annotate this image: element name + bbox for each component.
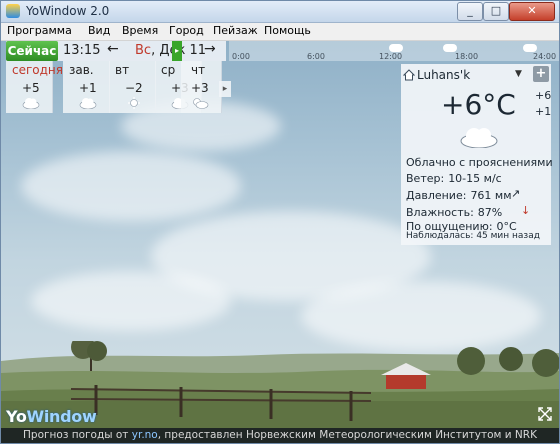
attribution-footer: Прогноз погоды от yr.no, предоставлен Но… — [1, 428, 559, 443]
observed-time: Наблюдалась: 45 мин назад — [406, 231, 540, 241]
cloud-icon — [460, 128, 498, 148]
logo-yo: Yo — [6, 407, 27, 426]
maximize-button[interactable]: □ — [483, 2, 509, 21]
fullscreen-icon[interactable] — [538, 407, 552, 421]
current-date[interactable]: Вс, Дек 11 — [135, 43, 206, 58]
forecast-next-arrow-icon[interactable]: ▸ — [219, 81, 231, 97]
city-dropdown-icon[interactable]: ▼ — [515, 69, 522, 79]
forecast-day[interactable]: сегодня +5 — [6, 61, 63, 113]
menu-bar: Программа Вид Время Город Пейзаж Помощь — [1, 23, 559, 41]
forecast-day-name: зав. — [69, 63, 94, 77]
next-day-arrow-icon[interactable]: → — [204, 41, 216, 57]
add-city-button[interactable]: + — [533, 66, 549, 82]
forecast-day[interactable]: зав. +1 — [63, 61, 110, 113]
menu-time[interactable]: Время — [122, 24, 158, 37]
forecast-day[interactable]: чт +3 — [181, 61, 222, 113]
title-bar: YoWindow 2.0 _ □ ✕ — [1, 1, 559, 23]
timeline-cloud-icon — [389, 44, 403, 52]
current-weather-panel: Luhans'k ▼ + +6°C +6 +1 Облачно с проясн… — [401, 64, 553, 245]
now-button[interactable]: Сейчас — [6, 41, 58, 61]
timeline-label: 0:00 — [232, 52, 250, 61]
footer-suffix: , предоставлен Норвежским Метеорологичес… — [157, 429, 537, 441]
yowindow-logo[interactable]: YoWindow — [6, 407, 97, 426]
app-window: YoWindow 2.0 _ □ ✕ Программа Вид Время Г… — [0, 0, 560, 444]
pressure-label: Давление: — [406, 189, 467, 202]
minimize-button[interactable]: _ — [457, 2, 483, 21]
wind-value: 10-15 м/с — [448, 172, 502, 185]
app-icon — [6, 4, 20, 18]
timeline-cloud-icon — [443, 44, 457, 52]
forecast-day-name: вт — [115, 63, 130, 77]
forecast-strip: сегодня +5 зав. +1 вт −2 ср +3 чт +3 — [6, 61, 232, 113]
wind-direction-icon: ↗ — [511, 187, 521, 200]
yr-no-link[interactable]: yr.no — [132, 429, 158, 441]
humidity-label: Влажность: — [406, 206, 474, 219]
pressure-trend-icon: ↓ — [521, 204, 531, 217]
sky-cloud — [21, 151, 241, 221]
forecast-day-name: сегодня — [12, 63, 63, 77]
timeline-label: 18:00 — [455, 52, 479, 61]
forecast-day-name: чт — [191, 63, 206, 77]
close-button[interactable]: ✕ — [509, 2, 555, 21]
menu-city[interactable]: Город — [169, 24, 204, 37]
forecast-day-temp: +1 — [79, 81, 97, 95]
cloud-icon — [22, 98, 40, 109]
current-time[interactable]: 13:15 — [63, 43, 100, 58]
weather-scene: Сейчас 13:15 ← Вс, Дек 11 → 0:00 6:00 12… — [1, 41, 559, 443]
forecast-day-temp: −2 — [125, 81, 143, 95]
menu-view[interactable]: Вид — [88, 24, 110, 37]
footer-prefix: Прогноз погоды от — [23, 429, 129, 441]
sun-icon — [128, 97, 140, 109]
humidity-row: Влажность: 87% — [406, 206, 502, 219]
timeline-label: 6:00 — [307, 52, 325, 61]
partly-cloudy-icon — [193, 98, 209, 109]
current-temperature: +6°C — [441, 88, 516, 121]
prev-day-arrow-icon[interactable]: ← — [107, 41, 119, 57]
logo-window: Window — [26, 407, 97, 426]
humidity-value: 87% — [477, 206, 503, 219]
wind-label: Ветер: — [406, 172, 445, 185]
forecast-day-name: ср — [161, 63, 176, 77]
menu-help[interactable]: Помощь — [264, 24, 311, 37]
pressure-value: 761 мм — [470, 189, 512, 202]
window-title: YoWindow 2.0 — [26, 4, 110, 18]
timeline-cloud-icon — [523, 44, 537, 52]
home-icon[interactable] — [403, 69, 415, 81]
forecast-day-temp: +5 — [22, 81, 40, 95]
pressure-row: Давление: 761 мм — [406, 189, 512, 202]
forecast-day-temp: +3 — [191, 81, 209, 95]
timeline-label: 24:00 — [533, 52, 557, 61]
forecast-day[interactable]: вт −2 — [109, 61, 156, 113]
timeline-label: 12:00 — [379, 52, 403, 61]
sky-cloud — [31, 271, 231, 331]
wind-row: Ветер: 10-15 м/с — [406, 172, 502, 185]
date-weekday: Вс — [135, 43, 152, 58]
cloud-icon — [79, 98, 97, 109]
day-timeline[interactable]: 0:00 6:00 12:00 18:00 24:00 — [229, 41, 559, 61]
timeline-handle[interactable]: ▸ — [172, 41, 182, 61]
menu-program[interactable]: Программа — [7, 24, 72, 37]
high-temperature: +6 — [535, 89, 552, 102]
weather-description: Облачно с прояснениями — [406, 156, 553, 169]
city-name[interactable]: Luhans'k — [417, 68, 470, 82]
menu-landscape[interactable]: Пейзаж — [213, 24, 258, 37]
low-temperature: +1 — [535, 105, 552, 118]
